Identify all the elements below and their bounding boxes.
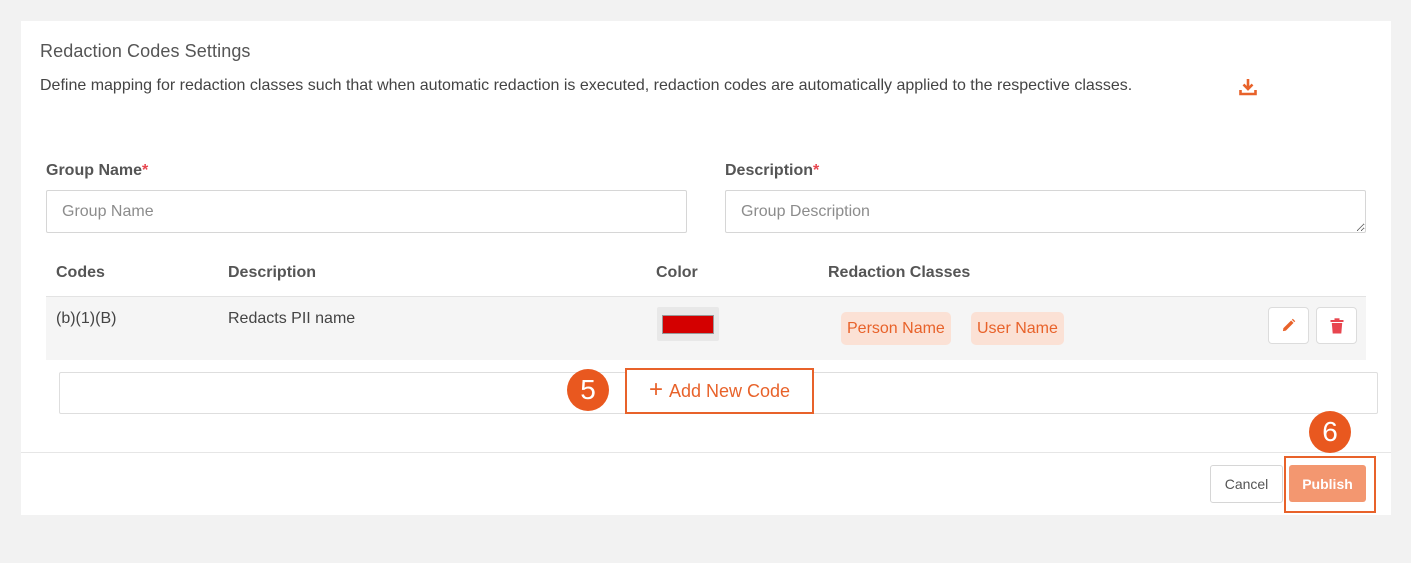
- group-name-label: Group Name*: [46, 162, 149, 179]
- column-header-codes: Codes: [56, 264, 105, 281]
- description-label: Description*: [725, 162, 820, 179]
- description-cell: Redacts PII name: [228, 310, 356, 327]
- page-title: Redaction Codes Settings: [40, 41, 251, 61]
- delete-button[interactable]: [1316, 307, 1357, 344]
- trash-icon: [1330, 317, 1343, 333]
- pencil-icon: [1282, 318, 1296, 332]
- redaction-settings-card: Redaction Codes Settings Define mapping …: [21, 21, 1391, 515]
- plus-icon: +: [648, 376, 663, 403]
- publish-button[interactable]: Publish: [1289, 465, 1366, 502]
- column-header-redaction-classes: Redaction Classes: [828, 264, 971, 281]
- cancel-button[interactable]: Cancel: [1210, 465, 1283, 503]
- column-header-color: Color: [656, 264, 698, 281]
- group-description-input[interactable]: [725, 190, 1366, 233]
- color-swatch: [662, 315, 714, 334]
- step-badge: 6: [1309, 411, 1351, 453]
- redaction-class-chip: Person Name: [841, 312, 951, 345]
- color-picker[interactable]: [657, 307, 719, 341]
- code-cell: (b)(1)(B): [56, 310, 117, 327]
- column-header-description: Description: [228, 264, 317, 281]
- redaction-class-chip: User Name: [971, 312, 1064, 345]
- page-description: Define mapping for redaction classes suc…: [40, 77, 1133, 94]
- add-new-code-button[interactable]: + Add New Code: [625, 368, 814, 414]
- download-icon[interactable]: [1238, 77, 1258, 97]
- footer-divider: [21, 452, 1391, 453]
- group-name-input[interactable]: [46, 190, 687, 233]
- table-row: (b)(1)(B) Redacts PII name Person Name U…: [46, 297, 1366, 360]
- step-badge: 5: [567, 369, 609, 411]
- edit-button[interactable]: [1268, 307, 1309, 344]
